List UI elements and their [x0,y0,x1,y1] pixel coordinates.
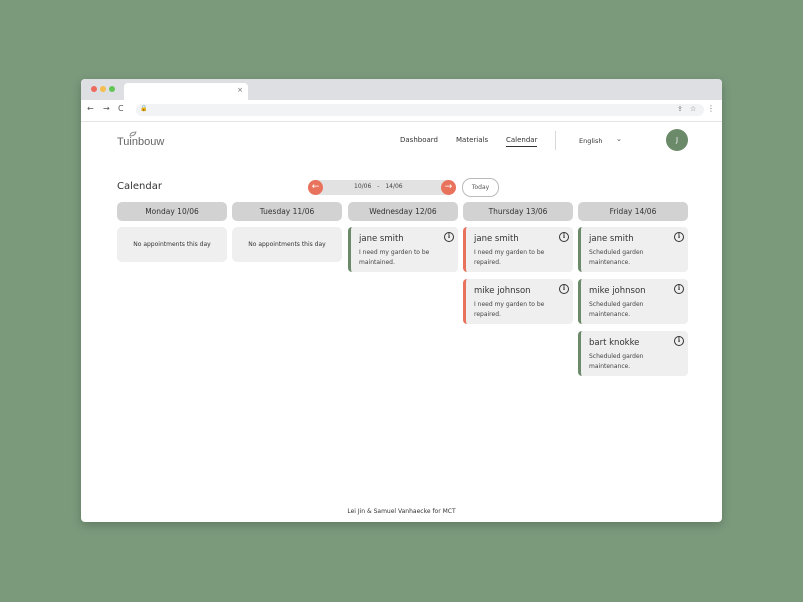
lock-icon: 🔒 [140,105,148,112]
avatar[interactable]: J [666,129,688,151]
appointment-card[interactable]: mike johnson i I need my garden to be re… [463,279,573,324]
appointment-card[interactable]: mike johnson i Scheduled garden maintena… [578,279,688,324]
nav-calendar[interactable]: Calendar [506,136,538,147]
day-header-tuesday: Tuesday 11/06 [232,202,342,221]
appointment-description: Scheduled garden maintenance. [589,301,644,318]
logo-text[interactable]: Tuinbouw [117,136,164,148]
back-arrow-icon[interactable]: ← [87,104,94,113]
language-select[interactable]: English [579,137,602,145]
appointment-name: jane smith [474,234,519,244]
day-header-friday: Friday 14/06 [578,202,688,221]
tab-close-icon[interactable]: × [237,86,243,94]
appointment-card[interactable]: jane smith i Scheduled garden maintenanc… [578,227,688,272]
day-header-thursday: Thursday 13/06 [463,202,573,221]
range-separator: - [377,183,380,190]
week-range: 10/06 - 14/06 [354,183,403,190]
range-start: 10/06 [354,183,372,190]
bookmark-star-icon[interactable]: ☆ [690,105,696,113]
nav-dashboard[interactable]: Dashboard [400,136,438,144]
url-field[interactable]: 🔒 ⇪ ☆ [136,104,704,116]
footer-credit: Lei Jin & Samuel Vanhaecke for MCT [347,508,456,515]
share-icon[interactable]: ⇪ [677,105,683,113]
prev-week-button[interactable]: ← [308,180,323,195]
info-icon[interactable]: i [674,232,684,242]
leaf-icon [129,131,137,137]
nav-materials[interactable]: Materials [456,136,488,144]
range-end: 14/06 [385,183,403,190]
empty-day-card: No appointments this day [232,227,342,262]
page-title: Calendar [117,181,162,192]
week-navigator: ← 10/06 - 14/06 → [308,180,456,195]
appointment-card[interactable]: bart knokke i Scheduled garden maintenan… [578,331,688,376]
appointment-card[interactable]: jane smith i I need my garden to be main… [348,227,458,272]
empty-day-card: No appointments this day [117,227,227,262]
appointment-name: bart knokke [589,338,640,348]
address-bar-row: ← → C 🔒 ⇪ ☆ ⋮ [81,100,722,122]
appointment-name: jane smith [359,234,404,244]
appointment-card[interactable]: jane smith i I need my garden to be repa… [463,227,573,272]
info-icon[interactable]: i [674,336,684,346]
info-icon[interactable]: i [444,232,454,242]
browser-tab-bar: × [81,79,722,100]
appointment-description: Scheduled garden maintenance. [589,353,644,370]
next-week-button[interactable]: → [441,180,456,195]
reload-icon[interactable]: C [118,104,124,113]
minimize-window-dot[interactable] [100,86,106,92]
chevron-down-icon[interactable]: ⌄ [616,135,622,143]
maximize-window-dot[interactable] [109,86,115,92]
forward-arrow-icon[interactable]: → [103,104,110,113]
appointment-description: Scheduled garden maintenance. [589,249,644,266]
appointment-name: mike johnson [589,286,646,296]
browser-tab[interactable]: × [124,83,248,100]
appointment-description: I need my garden to be repaired. [474,249,545,266]
browser-window: × ← → C 🔒 ⇪ ☆ ⋮ Tuinbouw Dashboard Mater… [81,79,722,522]
today-button[interactable]: Today [462,178,499,197]
info-icon[interactable]: i [674,284,684,294]
day-header-monday: Monday 10/06 [117,202,227,221]
appointment-name: jane smith [589,234,634,244]
app-page: Tuinbouw Dashboard Materials Calendar En… [81,121,722,522]
info-icon[interactable]: i [559,284,569,294]
appointment-description: I need my garden to be maintained. [359,249,430,266]
day-header-wednesday: Wednesday 12/06 [348,202,458,221]
appointment-description: I need my garden to be repaired. [474,301,545,318]
header-divider [555,131,556,150]
close-window-dot[interactable] [91,86,97,92]
info-icon[interactable]: i [559,232,569,242]
browser-menu-icon[interactable]: ⋮ [707,104,715,113]
appointment-name: mike johnson [474,286,531,296]
